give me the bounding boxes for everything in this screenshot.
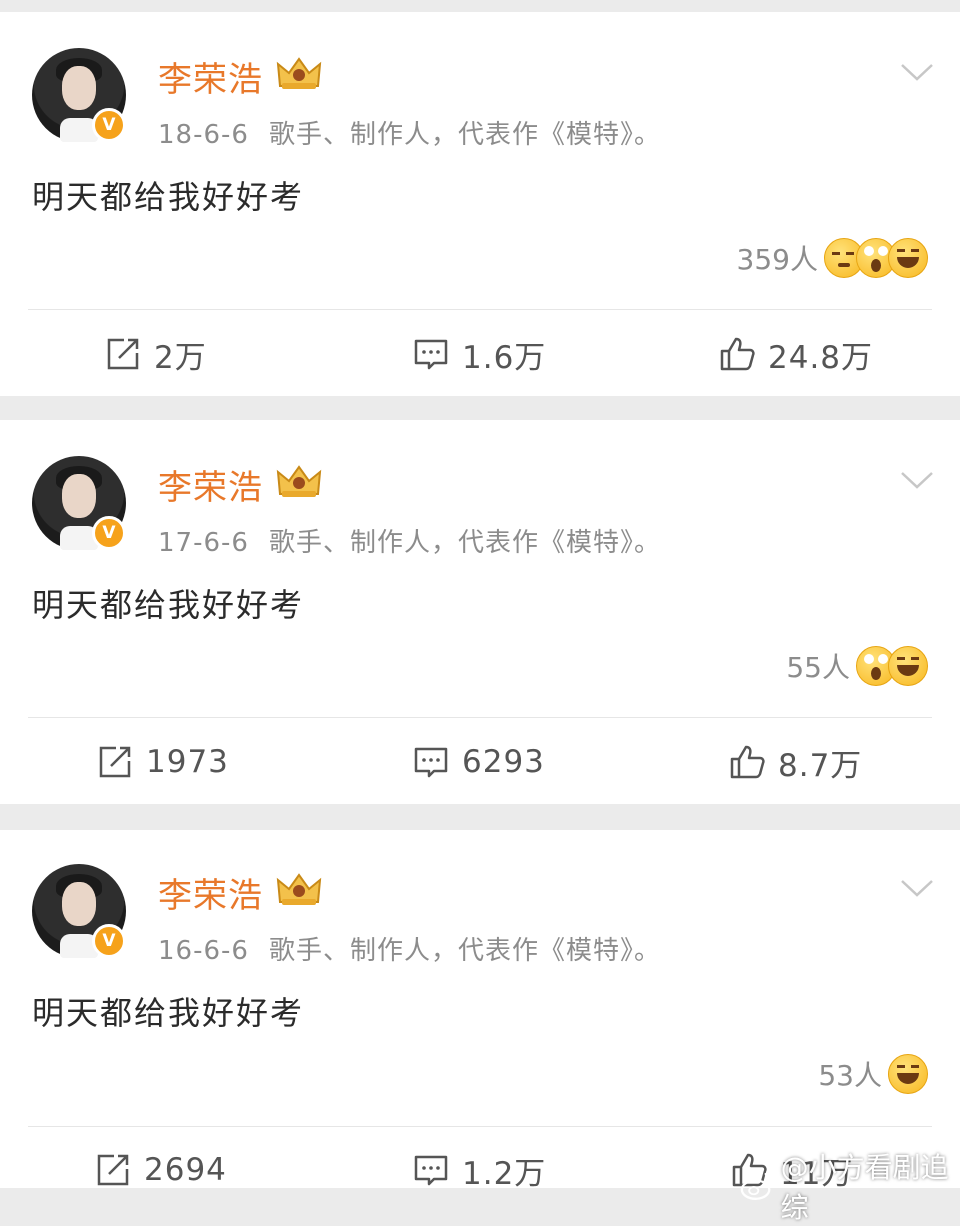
comment-icon <box>414 339 448 370</box>
post-content[interactable]: 明天都给我好好考 <box>32 580 304 626</box>
comment-count: 1.6万 <box>462 339 547 376</box>
user-bio: 歌手、制作人，代表作《模特》。 <box>268 528 661 558</box>
watermark-text: @小方看剧追综 <box>780 1151 949 1224</box>
comment-icon <box>414 1155 448 1186</box>
verified-badge-icon: V <box>92 924 126 958</box>
crown-icon <box>276 465 322 497</box>
weibo-post[interactable]: V 李荣浩 18-6-6 歌手、制作人，代表作《模特》。 明天都给我好好考 359… <box>0 12 960 396</box>
repost-button[interactable]: 1973 <box>96 740 229 784</box>
laugh-emoji-icon <box>888 646 928 686</box>
divider <box>28 717 932 718</box>
username[interactable]: 李荣浩 <box>158 52 263 101</box>
post-date[interactable]: 17-6-6 <box>158 528 249 558</box>
chevron-down-icon[interactable] <box>900 62 934 82</box>
divider <box>28 1126 932 1127</box>
reaction-summary[interactable]: 359人 <box>737 236 928 280</box>
post-meta: 17-6-6 歌手、制作人，代表作《模特》。 <box>158 522 661 559</box>
repost-count: 2万 <box>154 339 207 376</box>
reaction-count: 359人 <box>736 243 818 276</box>
user-bio: 歌手、制作人，代表作《模特》。 <box>268 936 661 966</box>
comment-count: 1.2万 <box>462 1155 547 1192</box>
comment-button[interactable]: 6293 <box>412 740 545 784</box>
verified-badge-icon: V <box>92 108 126 142</box>
post-content[interactable]: 明天都给我好好考 <box>32 172 304 218</box>
repost-icon <box>107 338 139 370</box>
weibo-post[interactable]: V 李荣浩 16-6-6 歌手、制作人，代表作《模特》。 明天都给我好好考 53人… <box>0 830 960 1192</box>
username[interactable]: 李荣浩 <box>158 460 263 509</box>
thumbs-up-icon <box>730 745 765 779</box>
crown-icon <box>276 873 322 905</box>
post-date[interactable]: 18-6-6 <box>158 120 249 150</box>
divider <box>28 309 932 310</box>
chevron-down-icon[interactable] <box>900 878 934 898</box>
verified-badge-icon: V <box>92 516 126 550</box>
reaction-summary[interactable]: 53人 <box>818 1052 928 1096</box>
like-count: 8.7万 <box>778 747 863 784</box>
repost-icon <box>97 1154 129 1186</box>
comment-button[interactable]: 1.6万 <box>412 332 546 376</box>
user-bio: 歌手、制作人，代表作《模特》。 <box>268 120 661 150</box>
post-meta: 16-6-6 歌手、制作人，代表作《模特》。 <box>158 930 661 967</box>
repost-count: 2694 <box>144 1152 227 1188</box>
comment-count: 6293 <box>462 744 545 780</box>
reaction-count: 55人 <box>786 651 850 684</box>
reaction-count: 53人 <box>818 1059 882 1092</box>
chevron-down-icon[interactable] <box>900 470 934 490</box>
watermark: @小方看剧追综 <box>740 1146 960 1226</box>
like-button[interactable]: 24.8万 <box>718 332 873 376</box>
repost-button[interactable]: 2万 <box>104 332 207 376</box>
crown-icon <box>276 57 322 89</box>
weibo-logo-icon <box>740 1172 775 1200</box>
laugh-emoji-icon <box>888 238 928 278</box>
post-date[interactable]: 16-6-6 <box>158 936 249 966</box>
repost-count: 1973 <box>146 744 229 780</box>
post-content[interactable]: 明天都给我好好考 <box>32 988 304 1034</box>
like-button[interactable]: 8.7万 <box>728 740 862 784</box>
thumbs-up-icon <box>720 337 755 371</box>
weibo-post[interactable]: V 李荣浩 17-6-6 歌手、制作人，代表作《模特》。 明天都给我好好考 55人… <box>0 420 960 804</box>
like-count: 24.8万 <box>768 339 874 376</box>
comment-button[interactable]: 1.2万 <box>412 1148 546 1192</box>
laugh-emoji-icon <box>888 1054 928 1094</box>
repost-icon <box>99 746 131 778</box>
comment-icon <box>414 747 448 778</box>
reaction-summary[interactable]: 55人 <box>786 644 928 688</box>
username[interactable]: 李荣浩 <box>158 868 263 917</box>
repost-button[interactable]: 2694 <box>94 1148 227 1192</box>
post-meta: 18-6-6 歌手、制作人，代表作《模特》。 <box>158 114 661 151</box>
